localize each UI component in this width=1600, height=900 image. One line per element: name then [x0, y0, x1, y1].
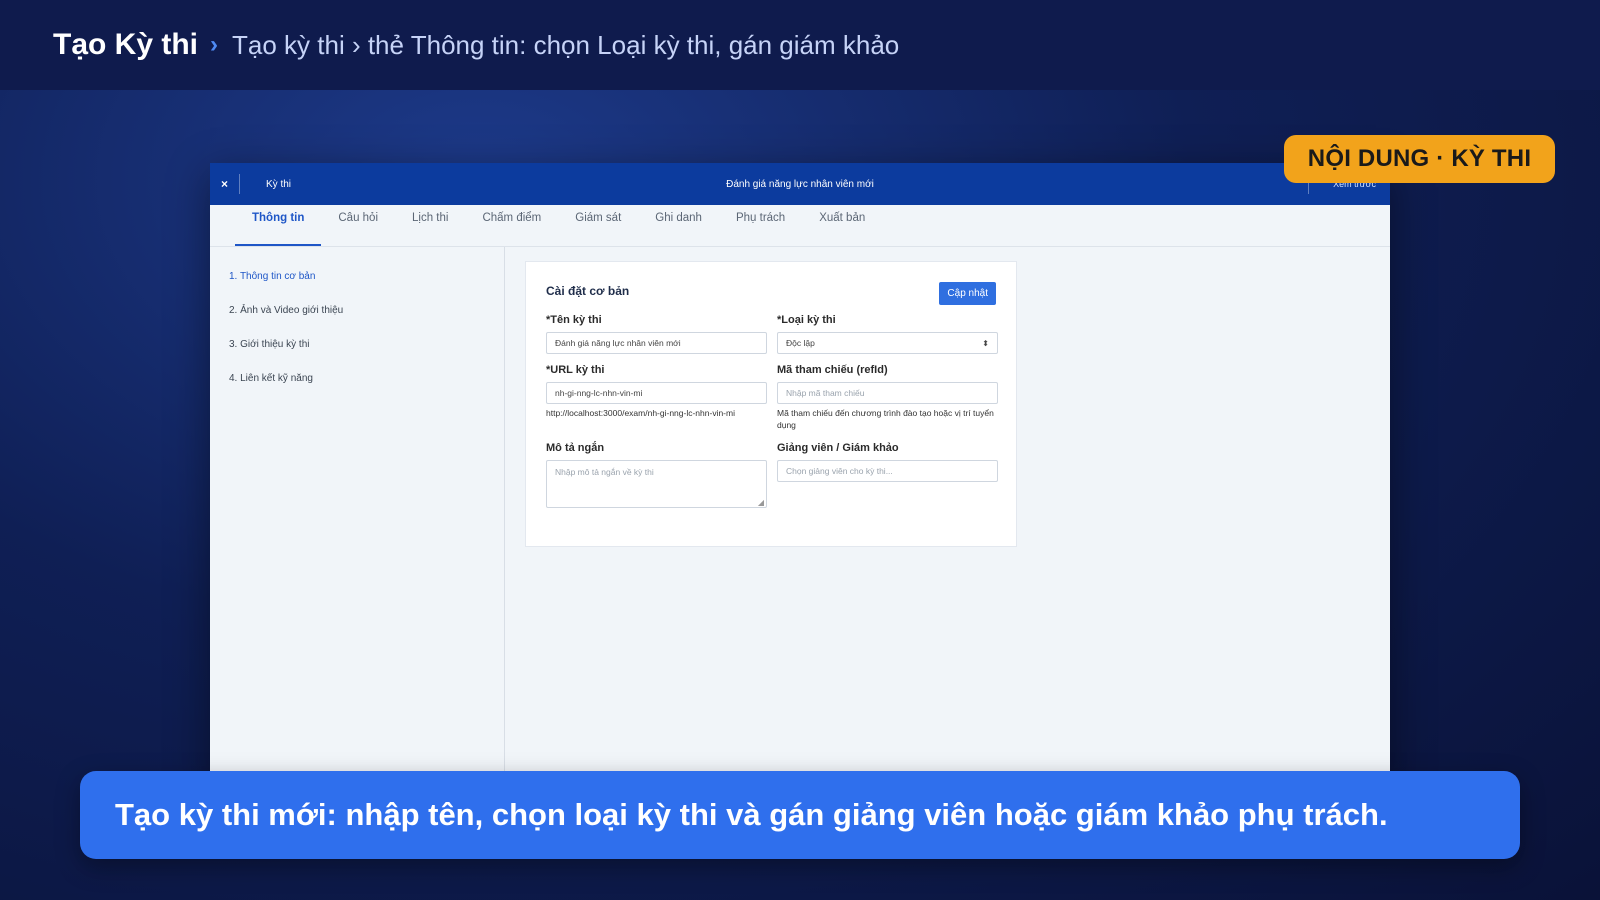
- basic-settings-card: Cài đặt cơ bản Cập nhật *Tên kỳ thi Đánh…: [525, 261, 1017, 547]
- exam-url-field: *URL kỳ thi nh-gi-nng-lc-nhn-vin-mi http…: [546, 364, 767, 432]
- sidebar-item-introduction[interactable]: 3. Giới thiệu kỳ thi: [210, 327, 504, 361]
- main-panel: Cài đặt cơ bản Cập nhật *Tên kỳ thi Đánh…: [505, 247, 1390, 790]
- examiner-field: Giảng viên / Giám khảo Chọn giảng viên c…: [777, 442, 998, 508]
- description-placeholder: Nhập mô tả ngắn về kỳ thi: [555, 466, 654, 477]
- page-title: Tạo Kỳ thi: [53, 28, 199, 61]
- sidebar-item-media[interactable]: 2. Ảnh và Video giới thiệu: [210, 293, 504, 327]
- update-button[interactable]: Cập nhật: [939, 282, 996, 305]
- tab-questions[interactable]: Câu hỏi: [321, 204, 395, 246]
- exam-type-field: *Loại kỳ thi Độc lập ⬍: [777, 314, 998, 354]
- app-breadcrumb[interactable]: Kỳ thi: [266, 179, 291, 190]
- tab-bar: Thông tin Câu hỏi Lịch thi Chấm điểm Giá…: [210, 205, 1390, 247]
- exam-type-label: *Loại kỳ thi: [777, 314, 836, 326]
- sidebar-item-basic-info[interactable]: 1. Thông tin cơ bản: [210, 259, 504, 293]
- ref-id-hint: Mã tham chiếu đến chương trình đào tạo h…: [777, 408, 994, 431]
- examiner-input[interactable]: Chọn giảng viên cho kỳ thi...: [777, 459, 998, 482]
- exam-name-label: *Tên kỳ thi: [546, 314, 602, 326]
- tab-proctoring[interactable]: Giám sát: [558, 204, 638, 246]
- exam-type-value: Độc lập: [786, 338, 815, 348]
- tab-assignees[interactable]: Phụ trách: [719, 204, 802, 246]
- sidebar: 1. Thông tin cơ bản 2. Ảnh và Video giới…: [210, 247, 505, 790]
- close-icon[interactable]: ×: [210, 174, 240, 194]
- description-field: Mô tả ngắn Nhập mô tả ngắn về kỳ thi ◢: [546, 442, 767, 508]
- tab-info[interactable]: Thông tin: [235, 204, 322, 246]
- exam-type-select[interactable]: Độc lập ⬍: [777, 332, 998, 354]
- resize-handle-icon[interactable]: ◢: [758, 498, 764, 507]
- tab-schedule[interactable]: Lịch thi: [395, 204, 465, 246]
- tab-publish[interactable]: Xuất bản: [802, 204, 882, 246]
- card-title: Cài đặt cơ bản: [546, 284, 630, 298]
- caption-banner: Tạo kỳ thi mới: nhập tên, chọn loại kỳ t…: [80, 771, 1520, 859]
- section-badge: NỘI DUNG · KỲ THI: [1284, 135, 1555, 183]
- exam-url-hint: http://localhost:3000/exam/nh-gi-nng-lc-…: [546, 408, 735, 418]
- chevron-right-icon: ›: [210, 31, 219, 58]
- app-header: × Kỳ thi Đánh giá năng lực nhân viên mới…: [210, 163, 1390, 205]
- app-window: × Kỳ thi Đánh giá năng lực nhân viên mới…: [210, 163, 1390, 790]
- content-area: 1. Thông tin cơ bản 2. Ảnh và Video giới…: [210, 247, 1390, 790]
- sort-arrows-icon: ⬍: [982, 338, 989, 348]
- form-grid: *Tên kỳ thi Đánh giá năng lực nhân viên …: [546, 314, 998, 518]
- ref-id-input[interactable]: Nhập mã tham chiếu: [777, 382, 998, 404]
- exam-url-label: *URL kỳ thi: [546, 364, 605, 376]
- breadcrumb: Tạo kỳ thi › thẻ Thông tin: chọn Loại kỳ…: [232, 29, 900, 60]
- ref-id-field: Mã tham chiếu (refId) Nhập mã tham chiếu…: [777, 364, 998, 432]
- exam-url-input[interactable]: nh-gi-nng-lc-nhn-vin-mi: [546, 382, 767, 404]
- tab-grading[interactable]: Chấm điểm: [465, 204, 558, 246]
- description-label: Mô tả ngắn: [546, 441, 605, 454]
- sidebar-item-skills[interactable]: 4. Liên kết kỹ năng: [210, 361, 504, 395]
- tab-enrollment[interactable]: Ghi danh: [638, 204, 719, 246]
- top-banner: Tạo Kỳ thi › Tạo kỳ thi › thẻ Thông tin:…: [0, 0, 1600, 90]
- description-textarea[interactable]: Nhập mô tả ngắn về kỳ thi ◢: [546, 459, 767, 508]
- exam-name-field: *Tên kỳ thi Đánh giá năng lực nhân viên …: [546, 314, 767, 354]
- exam-title: Đánh giá năng lực nhân viên mới: [726, 178, 874, 190]
- ref-id-label: Mã tham chiếu (refId): [777, 364, 888, 376]
- examiner-label: Giảng viên / Giám khảo: [777, 441, 899, 454]
- exam-name-input[interactable]: Đánh giá năng lực nhân viên mới: [546, 332, 767, 354]
